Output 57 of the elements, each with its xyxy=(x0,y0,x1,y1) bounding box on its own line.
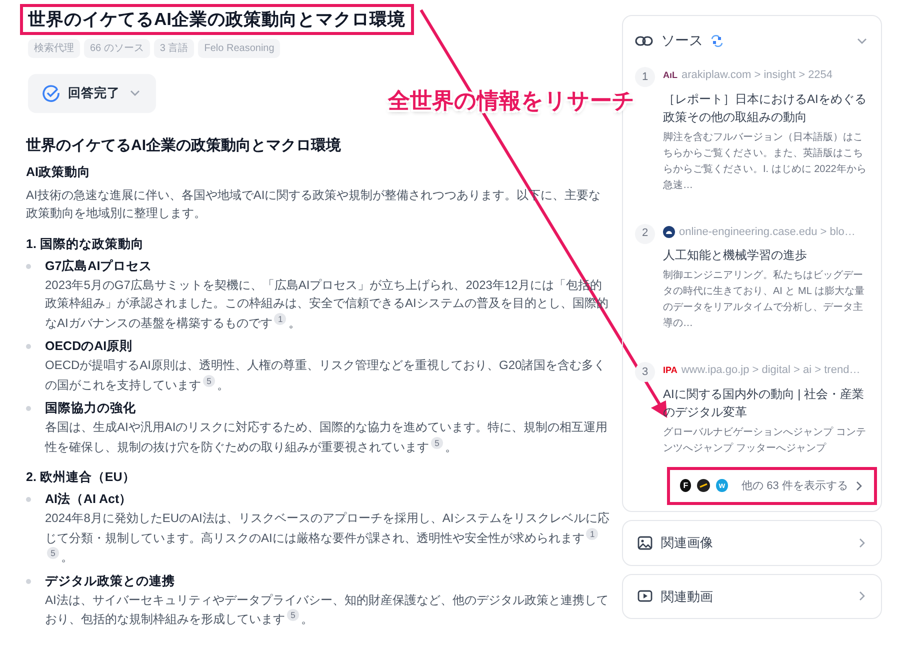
citation-marker[interactable]: 5 xyxy=(47,547,59,560)
related-panel-button[interactable]: 関連画像 xyxy=(622,520,882,566)
bullet-dot xyxy=(26,344,31,350)
citation-marker[interactable]: 1 xyxy=(586,528,598,540)
tag: 66 のソース xyxy=(84,39,150,58)
source-number: 1 xyxy=(635,67,655,87)
item-title: G7広島AIプロセス xyxy=(45,258,154,275)
sources-heading: ソース xyxy=(661,31,703,50)
source-snippet: グローバルナビゲーションへジャンプ コンテンツへジャンプ フッターへジャンプ xyxy=(663,426,867,456)
source-number: 2 xyxy=(635,224,655,244)
source-snippet: 制御エンジニアリング。私たちはビッグデータの時代に生きており、AI と ML は膨大な量のデータをリアルタイムで分析し、データ主導の… xyxy=(663,268,866,331)
image-icon xyxy=(637,534,653,551)
item-title: 国際協力の強化 xyxy=(45,400,137,418)
chevron-right-icon xyxy=(854,480,864,491)
citation-marker[interactable]: 5 xyxy=(203,374,215,387)
status-button[interactable]: 回答完了 xyxy=(28,74,156,113)
citation-marker[interactable]: 1 xyxy=(274,312,286,325)
section-heading: AI政策動向 xyxy=(26,164,92,180)
tag: 検索代理 xyxy=(28,39,80,58)
paragraph: OECDが提唱するAI原則は、透明性、人権の尊重、リスク管理などを重視しており、G20諸国を含む多くの国がこれを支持しています $^{5}$ 。 xyxy=(45,357,607,394)
citation-marker[interactable]: 5 xyxy=(287,609,299,622)
callout-text: 全世界の情報をリサーチ xyxy=(388,87,635,115)
site-logo: w xyxy=(716,479,728,492)
show-more-button[interactable]: F w 他の 63 件を表示する xyxy=(667,466,877,505)
site-logo: AıL xyxy=(663,68,678,82)
tag: Felo Reasoning xyxy=(198,39,280,58)
citation-marker[interactable]: 5 xyxy=(431,436,443,449)
video-icon xyxy=(637,588,653,604)
paragraph: 2024年8月に発効したEUのAI法は、リスクベースのアプローチを採用し、AIシステムをリスクレベルに応じて分類・規制しています。高リスクのAIには厳格な要件が課され、透明性や安全性が求められます $^{1}$ $^{5}$ 。 xyxy=(45,510,610,566)
bullet-dot xyxy=(26,497,31,502)
related-panel-button[interactable]: 関連動画 xyxy=(622,574,882,619)
item-title: OECDのAI原則 xyxy=(45,338,134,356)
chevron-right-icon xyxy=(857,538,867,548)
bullet-dot xyxy=(26,264,31,269)
site-logo: F xyxy=(680,479,692,492)
source-title[interactable]: ［レポート］日本におけるAIをめぐる政策その他の取組みの動向 xyxy=(663,90,869,126)
source-snippet: 脚注を含むフルバージョン（日本語版）はこちらからご覧ください。また、英語版はこちらからご覧ください。I. はじめに 2022年から急速… xyxy=(663,130,868,192)
source-item[interactable]: 2 online-engineering.case.edu > blo… 人工知能と機械学習の進歩 制御エンジニアリング。私たちはビッグデータの時代に生きており、AI と ML は膨大な量のデータをリアルタイムで分析し、データ主導の… xyxy=(635,224,869,332)
bullet-dot xyxy=(26,578,31,584)
chevron-right-icon xyxy=(857,591,867,602)
section-heading: 2. 欧州連合（EU） xyxy=(26,470,136,486)
link-icon xyxy=(635,34,653,48)
bullet-dot xyxy=(26,406,31,412)
tag: 3 言語 xyxy=(154,39,194,58)
page-title: 世界のイケてるAI企業の政策動向とマクロ環境 xyxy=(28,9,406,30)
item-title: AI法（AI Act） xyxy=(45,491,134,508)
paragraph: 各国は、生成AIや汎用AIのリスクに対応するため、国際的な協力を進めています。特に、規制の相互運用性を確保し、規制の抜け穴を防ぐための取り組みが重要視されています $^{5}$ 。 xyxy=(45,419,609,456)
paragraph: AI法は、サイバーセキュリティやデータプライバシー、知的財産保護など、他のデジタル政策と連携しており、包括的な規制枠組みを形成しています $^{5}$ 。 xyxy=(45,592,610,628)
source-number: 3 xyxy=(635,362,655,382)
section-heading: 1. 国際的な政策動向 xyxy=(26,236,145,252)
item-title: デジタル政策との連携 xyxy=(45,572,176,590)
source-title[interactable]: 人工知能と機械学習の進歩 xyxy=(663,246,869,264)
translate-icon xyxy=(711,34,723,46)
source-item[interactable]: 1 AıL arakiplaw.com > insight > 2254 ［レポート］日本におけるAIをめぐる政策その他の取組みの動向 脚注を含むフルバージョン（日本語版）はこちらからご覧ください。また、英語版はこちらからご覧ください。I. はじめに 2022年から急速… xyxy=(635,67,869,194)
answer-heading: 世界のイケてるAI企業の政策動向とマクロ環境 xyxy=(26,136,342,155)
check-circle-icon xyxy=(42,84,60,102)
site-logo: IPA xyxy=(663,364,678,376)
